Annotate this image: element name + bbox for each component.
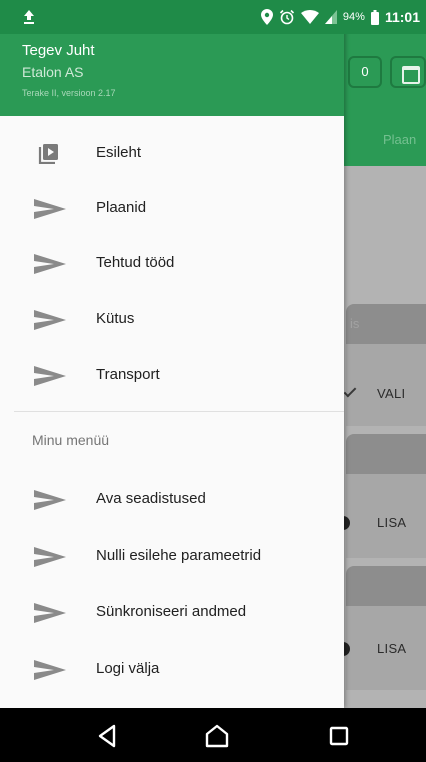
menu-item-nulli-esilehe-parameetrid[interactable]: Nulli esilehe parameetrid: [0, 529, 344, 585]
menu-item-transport[interactable]: Transport: [0, 348, 344, 404]
battery-icon: [370, 9, 379, 25]
menu-item-synkroniseeri-andmed[interactable]: Sünkroniseeri andmed: [0, 585, 344, 641]
calendar-icon[interactable]: [390, 56, 426, 88]
home-icon[interactable]: [203, 722, 231, 750]
company-name: Etalon AS: [22, 64, 84, 80]
card-body: [346, 344, 426, 426]
alarm-icon: [279, 9, 294, 25]
menu-item-kutus[interactable]: Kütus: [0, 292, 344, 348]
send-arrow-icon: [34, 366, 66, 386]
navigation-drawer: Tegev Juht Etalon AS Terake II, versioon…: [0, 0, 344, 708]
signal-icon: [324, 10, 337, 24]
clock: 11:01: [384, 9, 420, 25]
upload-icon: [24, 10, 34, 24]
recent-apps-icon[interactable]: [325, 722, 353, 750]
app-version: Terake II, versioon 2.17: [22, 88, 116, 98]
menu-item-label: Nulli esilehe parameetrid: [96, 547, 262, 564]
wifi-icon: [300, 10, 319, 24]
counter-box[interactable]: 0: [348, 56, 382, 88]
menu-item-plaanid[interactable]: Plaanid: [0, 181, 344, 237]
section-title-my-menu: Minu menüü: [32, 432, 110, 448]
menu-item-label: Ava seadistused: [96, 490, 206, 507]
send-arrow-icon: [34, 490, 66, 510]
send-arrow-icon: [34, 254, 66, 274]
menu-item-label: Tehtud tööd: [96, 254, 175, 271]
send-arrow-icon: [34, 199, 66, 219]
video-play-icon: [38, 144, 58, 164]
send-arrow-icon: [34, 603, 66, 623]
card-header-text: is: [350, 316, 360, 331]
menu-item-label: Sünkroniseeri andmed: [96, 603, 247, 620]
select-button[interactable]: VALI: [377, 386, 405, 401]
tab-plans[interactable]: Plaan: [383, 132, 416, 147]
menu-item-esileht[interactable]: Esileht: [0, 126, 344, 182]
status-bar: 94% 11:01: [0, 0, 426, 34]
send-arrow-icon: [34, 310, 66, 330]
add-button[interactable]: LISA: [377, 641, 406, 656]
menu-item-label: Esileht: [96, 144, 142, 161]
menu-item-label: Transport: [96, 366, 160, 383]
menu-item-ava-seadistused[interactable]: Ava seadistused: [0, 472, 344, 528]
menu-item-tehtud-tood[interactable]: Tehtud tööd: [0, 236, 344, 292]
status-icons: 94% 11:01: [260, 8, 420, 26]
send-arrow-icon: [34, 547, 66, 567]
menu-item-logi-valja[interactable]: Logi välja: [0, 642, 344, 698]
menu-item-label: Logi välja: [96, 660, 160, 677]
menu-divider: [14, 411, 344, 412]
card-header: [346, 434, 426, 474]
user-name: Tegev Juht: [22, 42, 95, 59]
location-pin-icon: [260, 9, 273, 25]
back-icon[interactable]: [94, 722, 122, 750]
menu-item-label: Kütus: [96, 310, 135, 327]
system-nav-bar: [0, 708, 426, 762]
menu-item-label: Plaanid: [96, 199, 147, 216]
add-button[interactable]: LISA: [377, 515, 406, 530]
battery-percent: 94%: [342, 11, 365, 23]
send-arrow-icon: [34, 660, 66, 680]
card-header: [346, 566, 426, 606]
drawer-header: Tegev Juht Etalon AS Terake II, versioon…: [0, 34, 344, 116]
card-header: is: [346, 304, 426, 344]
